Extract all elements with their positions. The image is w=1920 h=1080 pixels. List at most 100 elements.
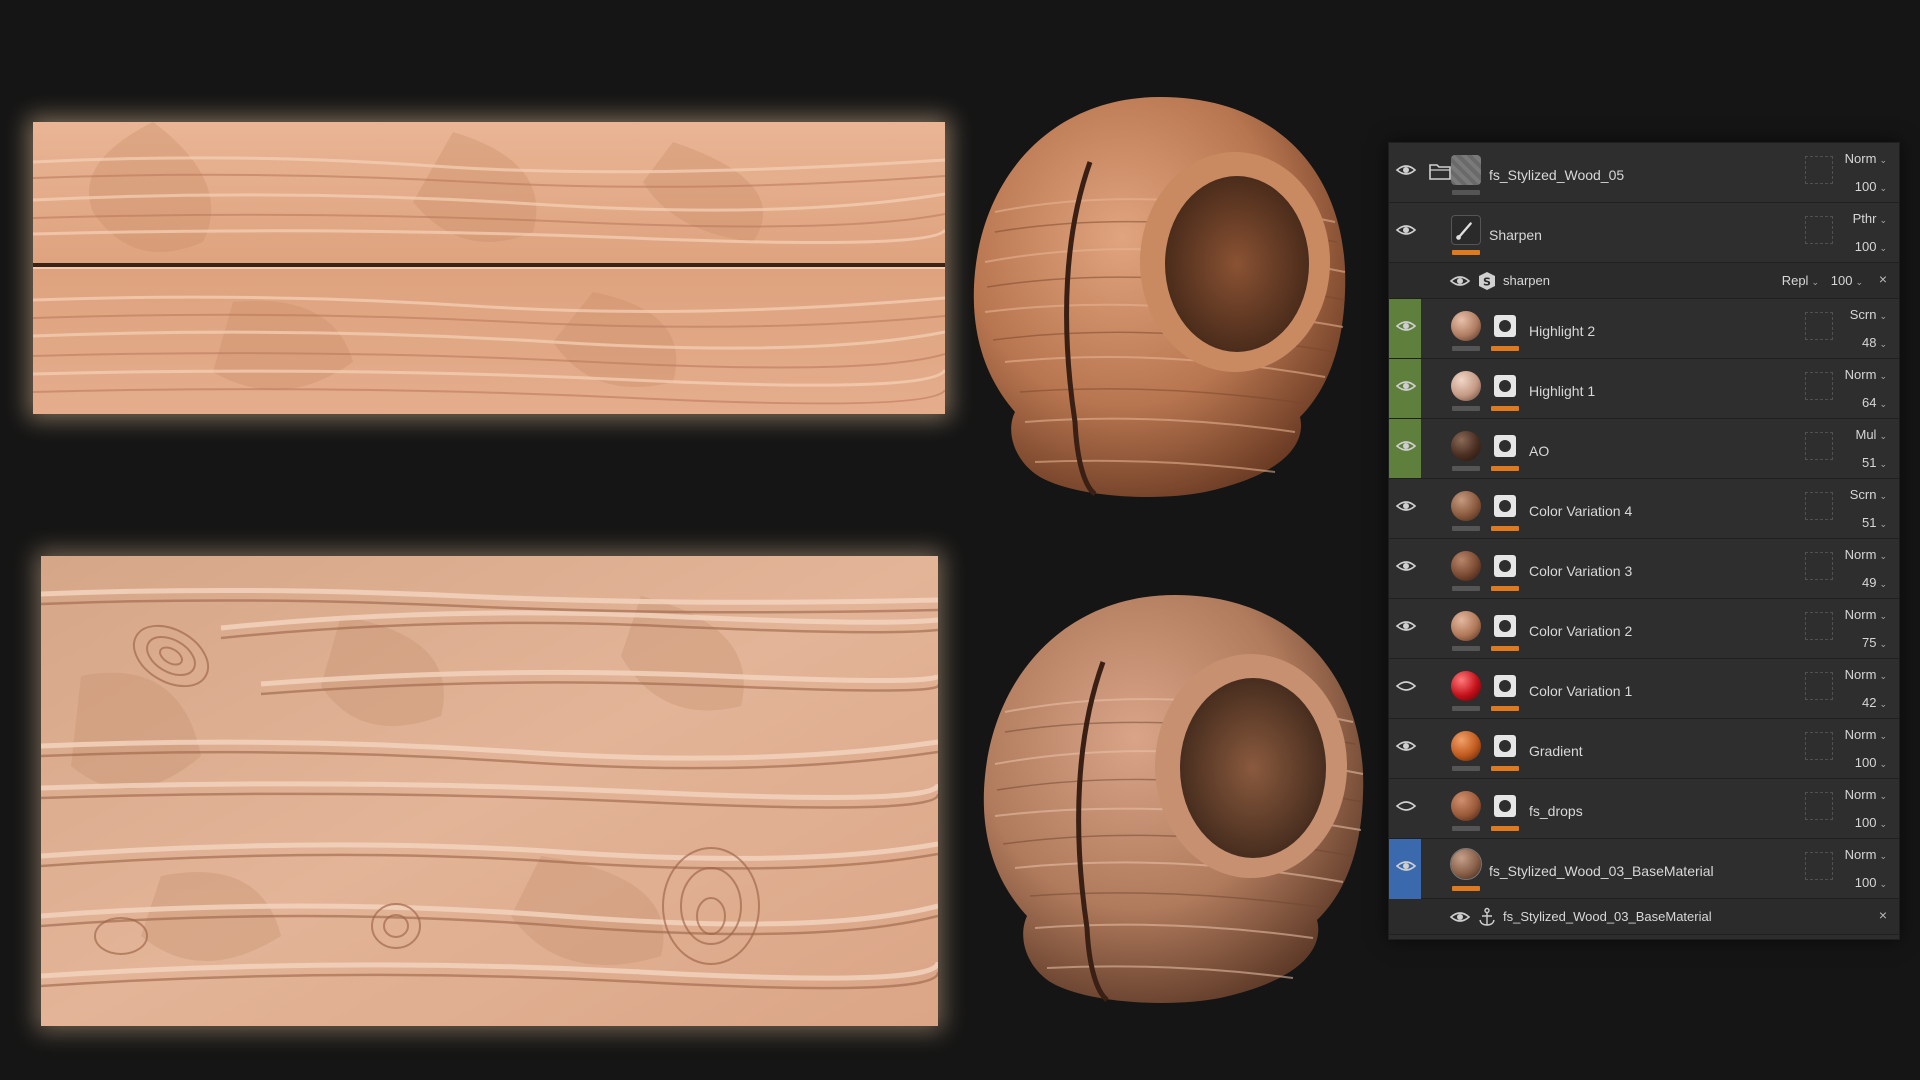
layer-fx-slot[interactable] <box>1805 612 1833 640</box>
material-ball-thumbnail <box>1451 311 1481 341</box>
anchor-icon <box>1477 907 1497 927</box>
layer-fx-slot[interactable] <box>1805 552 1833 580</box>
blend-mode-dropdown[interactable]: Mul ⌄ <box>1856 427 1888 442</box>
mask-underline <box>1491 586 1519 591</box>
layer-name: fs_Stylized_Wood_05 <box>1489 167 1625 183</box>
mask-icon[interactable] <box>1491 492 1519 520</box>
layer-fx-slot[interactable] <box>1805 852 1833 880</box>
layer-highlight-1[interactable]: Highlight 1 Norm ⌄ 64 ⌄ <box>1389 359 1899 419</box>
layer-underline <box>1452 646 1480 651</box>
material-ball-thumbnail <box>1451 491 1481 521</box>
blend-mode-dropdown[interactable]: Pthr ⌄ <box>1853 211 1887 226</box>
layer-fx-slot[interactable] <box>1805 792 1833 820</box>
layer-ao[interactable]: AO Mul ⌄ 51 ⌄ <box>1389 419 1899 479</box>
mask-icon[interactable] <box>1491 372 1519 400</box>
opacity-dropdown[interactable]: 49 ⌄ <box>1862 575 1887 590</box>
visibility-eye-icon[interactable] <box>1395 375 1417 397</box>
visibility-eye-icon[interactable] <box>1449 906 1471 928</box>
layer-fx-slot[interactable] <box>1805 372 1833 400</box>
material-sublayer[interactable]: fs_Stylized_Wood_03_BaseMaterial × <box>1389 899 1899 935</box>
opacity-dropdown[interactable]: 42 ⌄ <box>1862 695 1887 710</box>
blend-mode-dropdown[interactable]: Repl ⌄ <box>1782 273 1819 288</box>
filter-s-icon: S <box>1477 271 1497 291</box>
layer-fx-slot[interactable] <box>1805 672 1833 700</box>
layer-underline <box>1452 526 1480 531</box>
layer-fs-drops[interactable]: fs_drops Norm ⌄ 100 ⌄ <box>1389 779 1899 839</box>
folder-icon <box>1429 162 1451 180</box>
layer-underline <box>1452 406 1480 411</box>
layer-fx-slot[interactable] <box>1805 492 1833 520</box>
layer-highlight-2[interactable]: Highlight 2 Scrn ⌄ 48 ⌄ <box>1389 299 1899 359</box>
opacity-dropdown[interactable]: 100 ⌄ <box>1855 239 1887 254</box>
brush-icon <box>1451 215 1481 245</box>
blend-mode-dropdown[interactable]: Norm ⌄ <box>1845 787 1887 802</box>
close-icon[interactable]: × <box>1879 907 1887 923</box>
opacity-dropdown[interactable]: 75 ⌄ <box>1862 635 1887 650</box>
blend-mode-dropdown[interactable]: Scrn ⌄ <box>1850 487 1887 502</box>
material-ball-thumbnail <box>1451 671 1481 701</box>
blend-mode-dropdown[interactable]: Norm ⌄ <box>1845 607 1887 622</box>
mask-icon[interactable] <box>1491 312 1519 340</box>
opacity-dropdown[interactable]: 100 ⌄ <box>1855 815 1887 830</box>
visibility-eye-icon[interactable] <box>1395 435 1417 457</box>
visibility-eye-icon[interactable] <box>1395 219 1417 241</box>
layer-underline <box>1452 346 1480 351</box>
visibility-eye-icon[interactable] <box>1395 315 1417 337</box>
blend-mode-dropdown[interactable]: Norm ⌄ <box>1845 727 1887 742</box>
opacity-dropdown[interactable]: 100 ⌄ <box>1855 179 1887 194</box>
mask-underline <box>1491 526 1519 531</box>
close-icon[interactable]: × <box>1879 271 1887 287</box>
visibility-eye-icon[interactable] <box>1395 615 1417 637</box>
filter-sublayer-sharpen[interactable]: S sharpen Repl ⌄ 100 ⌄ × <box>1389 263 1899 299</box>
opacity-dropdown[interactable]: 51 ⌄ <box>1862 455 1887 470</box>
opacity-dropdown[interactable]: 100 ⌄ <box>1831 273 1863 288</box>
layer-color-variation-2[interactable]: Color Variation 2 Norm ⌄ 75 ⌄ <box>1389 599 1899 659</box>
mask-underline <box>1491 406 1519 411</box>
layer-fx-slot[interactable] <box>1805 732 1833 760</box>
layer-name: Sharpen <box>1489 227 1542 243</box>
layer-gradient[interactable]: Gradient Norm ⌄ 100 ⌄ <box>1389 719 1899 779</box>
opacity-dropdown[interactable]: 51 ⌄ <box>1862 515 1887 530</box>
blend-mode-dropdown[interactable]: Norm ⌄ <box>1845 367 1887 382</box>
mask-icon[interactable] <box>1491 612 1519 640</box>
blend-mode-dropdown[interactable]: Norm ⌄ <box>1845 667 1887 682</box>
mask-icon[interactable] <box>1491 792 1519 820</box>
mask-icon[interactable] <box>1491 432 1519 460</box>
visibility-eye-icon[interactable] <box>1395 855 1417 877</box>
blend-mode-dropdown[interactable]: Scrn ⌄ <box>1850 307 1887 322</box>
layer-thumbnail <box>1451 155 1481 185</box>
layer-underline <box>1452 706 1480 711</box>
material-preview-sphere-top <box>965 92 1355 502</box>
material-ball-thumbnail <box>1451 431 1481 461</box>
visibility-eye-icon[interactable] <box>1449 270 1471 292</box>
layer-fx-slot[interactable] <box>1805 156 1833 184</box>
layer-fx-slot[interactable] <box>1805 432 1833 460</box>
visibility-eye-icon[interactable] <box>1395 495 1417 517</box>
layer-underline <box>1452 250 1480 255</box>
layer-color-variation-1[interactable]: Color Variation 1 Norm ⌄ 42 ⌄ <box>1389 659 1899 719</box>
layer-name: fs_drops <box>1529 803 1583 819</box>
layer-color-variation-3[interactable]: Color Variation 3 Norm ⌄ 49 ⌄ <box>1389 539 1899 599</box>
layer-group-fs-stylized-wood-05[interactable]: fs_Stylized_Wood_05 Norm ⌄ 100 ⌄ <box>1389 143 1899 203</box>
opacity-dropdown[interactable]: 48 ⌄ <box>1862 335 1887 350</box>
visibility-eye-closed-icon[interactable] <box>1395 795 1417 817</box>
blend-mode-dropdown[interactable]: Norm ⌄ <box>1845 151 1887 166</box>
mask-icon[interactable] <box>1491 672 1519 700</box>
layer-sharpen[interactable]: Sharpen Pthr ⌄ 100 ⌄ <box>1389 203 1899 263</box>
visibility-eye-icon[interactable] <box>1395 159 1417 181</box>
blend-mode-dropdown[interactable]: Norm ⌄ <box>1845 547 1887 562</box>
visibility-eye-icon[interactable] <box>1395 735 1417 757</box>
mask-icon[interactable] <box>1491 552 1519 580</box>
layer-fx-slot[interactable] <box>1805 216 1833 244</box>
layer-color-variation-4[interactable]: Color Variation 4 Scrn ⌄ 51 ⌄ <box>1389 479 1899 539</box>
layer-fx-slot[interactable] <box>1805 312 1833 340</box>
mask-underline <box>1491 706 1519 711</box>
opacity-dropdown[interactable]: 100 ⌄ <box>1855 755 1887 770</box>
visibility-eye-icon[interactable] <box>1395 555 1417 577</box>
mask-icon[interactable] <box>1491 732 1519 760</box>
opacity-dropdown[interactable]: 100 ⌄ <box>1855 875 1887 890</box>
visibility-eye-closed-icon[interactable] <box>1395 675 1417 697</box>
layer-base-material[interactable]: fs_Stylized_Wood_03_BaseMaterial Norm ⌄ 1… <box>1389 839 1899 935</box>
opacity-dropdown[interactable]: 64 ⌄ <box>1862 395 1887 410</box>
blend-mode-dropdown[interactable]: Norm ⌄ <box>1845 847 1887 862</box>
